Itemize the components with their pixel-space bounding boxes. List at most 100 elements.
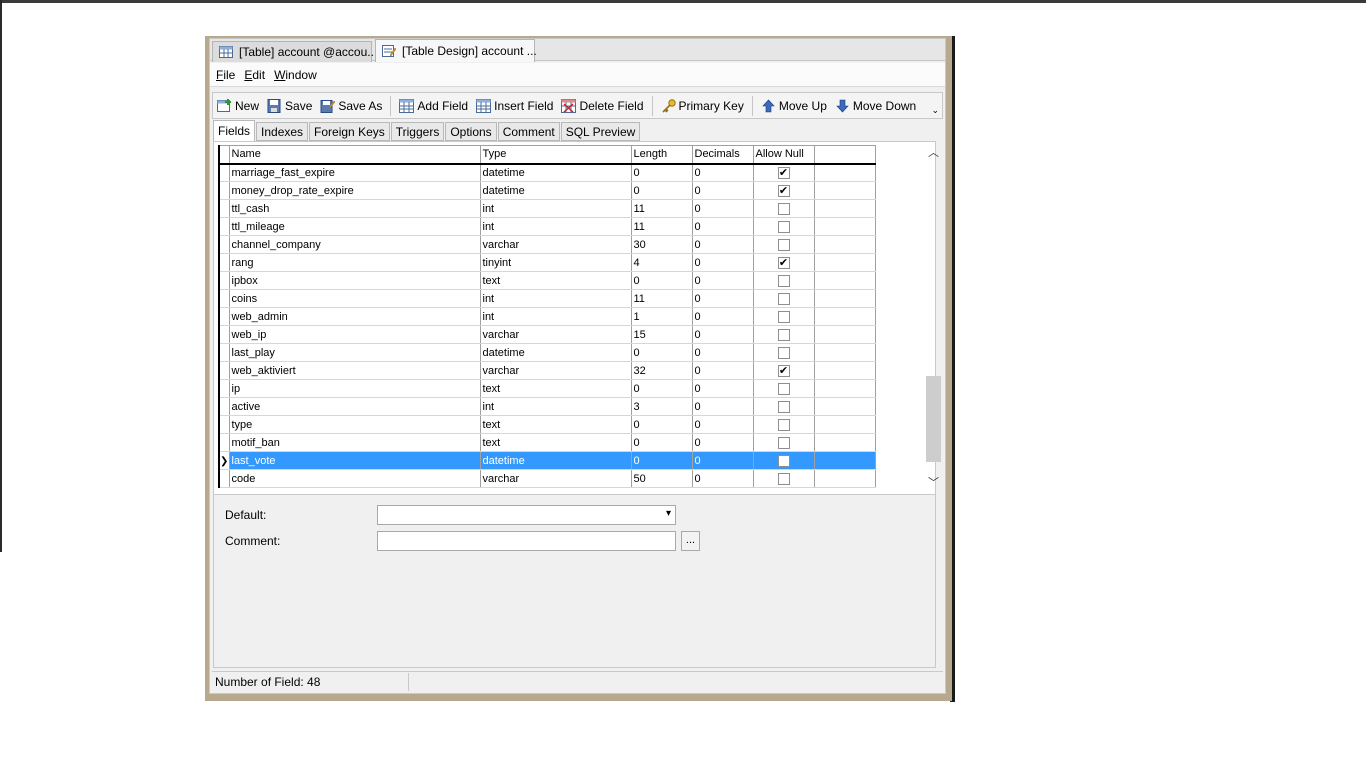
field-decimals-cell[interactable]: 0 (692, 217, 754, 236)
tab-comment[interactable]: Comment (497, 122, 560, 141)
field-length-cell[interactable]: 11 (631, 217, 693, 236)
row-indicator[interactable] (218, 289, 230, 308)
extra-cell[interactable] (814, 325, 876, 344)
extra-cell[interactable] (814, 253, 876, 272)
row-indicator[interactable] (218, 181, 230, 200)
field-name-cell[interactable]: channel_company (229, 235, 481, 254)
field-name-cell[interactable]: ip (229, 379, 481, 398)
row-indicator[interactable] (218, 343, 230, 362)
field-type-cell[interactable]: tinyint (480, 253, 632, 272)
field-type-cell[interactable]: datetime (480, 163, 632, 182)
row-indicator[interactable] (218, 415, 230, 434)
field-length-cell[interactable]: 11 (631, 289, 693, 308)
field-decimals-cell[interactable]: 0 (692, 199, 754, 218)
field-type-cell[interactable]: varchar (480, 235, 632, 254)
save-button[interactable]: Save (267, 98, 312, 113)
add-field-button[interactable]: Add Field (399, 98, 468, 113)
tab-foreign-keys[interactable]: Foreign Keys (309, 122, 390, 141)
table-row[interactable]: coins int 11 0 (218, 289, 876, 308)
extra-cell[interactable] (814, 379, 876, 398)
field-length-cell[interactable]: 1 (631, 307, 693, 326)
field-decimals-cell[interactable]: 0 (692, 235, 754, 254)
field-name-cell[interactable]: web_admin (229, 307, 481, 326)
default-select[interactable]: ▾ (377, 505, 676, 525)
comment-ellipsis-button[interactable]: ... (681, 531, 700, 551)
allow-null-checkbox[interactable] (777, 400, 790, 413)
row-indicator[interactable] (218, 253, 230, 272)
extra-cell[interactable] (814, 397, 876, 416)
field-name-cell[interactable]: ipbox (229, 271, 481, 290)
extra-cell[interactable] (814, 217, 876, 236)
field-name-cell[interactable]: ttl_cash (229, 199, 481, 218)
field-type-cell[interactable]: int (480, 289, 632, 308)
field-length-cell[interactable]: 30 (631, 235, 693, 254)
field-type-cell[interactable]: datetime (480, 343, 632, 362)
allow-null-checkbox[interactable] (777, 436, 790, 449)
table-row[interactable]: ❯ last_vote datetime 0 0 (218, 451, 876, 470)
row-indicator[interactable] (218, 379, 230, 398)
table-row[interactable]: active int 3 0 (218, 397, 876, 416)
tab-options[interactable]: Options (445, 122, 497, 141)
move-up-button[interactable]: Move Up (761, 99, 827, 113)
field-length-cell[interactable]: 0 (631, 451, 693, 470)
field-decimals-cell[interactable]: 0 (692, 271, 754, 290)
field-decimals-cell[interactable]: 0 (692, 361, 754, 380)
field-decimals-cell[interactable]: 0 (692, 451, 754, 470)
field-type-cell[interactable]: text (480, 271, 632, 290)
allow-null-checkbox[interactable] (777, 454, 790, 467)
field-decimals-cell[interactable]: 0 (692, 415, 754, 434)
row-indicator[interactable] (218, 235, 230, 254)
field-length-cell[interactable]: 50 (631, 469, 693, 488)
field-type-cell[interactable]: text (480, 415, 632, 434)
row-indicator[interactable] (218, 217, 230, 236)
table-row[interactable]: web_admin int 1 0 (218, 307, 876, 326)
scrollbar-thumb[interactable] (926, 376, 941, 462)
field-decimals-cell[interactable]: 0 (692, 469, 754, 488)
field-name-cell[interactable]: web_ip (229, 325, 481, 344)
field-type-cell[interactable]: int (480, 199, 632, 218)
primary-key-button[interactable]: Primary Key (661, 99, 744, 113)
table-row[interactable]: code varchar 50 0 (218, 469, 876, 488)
field-type-cell[interactable]: int (480, 307, 632, 326)
allow-null-checkbox[interactable] (777, 202, 790, 215)
column-header-allow-null[interactable]: Allow Null (752, 145, 815, 165)
field-name-cell[interactable]: last_vote (229, 451, 481, 470)
field-type-cell[interactable]: varchar (480, 325, 632, 344)
move-down-button[interactable]: Move Down (835, 99, 916, 113)
comment-input[interactable] (377, 531, 676, 551)
table-row[interactable]: ipbox text 0 0 (218, 271, 876, 290)
field-type-cell[interactable]: int (480, 397, 632, 416)
allow-null-checkbox[interactable] (777, 472, 790, 485)
field-name-cell[interactable]: web_aktiviert (229, 361, 481, 380)
extra-cell[interactable] (814, 415, 876, 434)
tab-indexes[interactable]: Indexes (256, 122, 309, 141)
table-row[interactable]: ttl_cash int 11 0 (218, 199, 876, 218)
field-type-cell[interactable]: varchar (480, 361, 632, 380)
allow-null-checkbox[interactable]: ✔ (777, 256, 790, 269)
toolbar-overflow-icon[interactable]: ⌄ (931, 105, 939, 116)
field-type-cell[interactable]: varchar (480, 469, 632, 488)
scroll-up-icon[interactable]: ︿ (928, 144, 939, 160)
field-decimals-cell[interactable]: 0 (692, 397, 754, 416)
save-as-button[interactable]: Save As (320, 99, 382, 113)
row-indicator[interactable] (218, 325, 230, 344)
table-row[interactable]: rang tinyint 4 0 ✔ (218, 253, 876, 272)
tab-fields[interactable]: Fields (213, 120, 256, 141)
scroll-down-icon[interactable]: ﹀ (928, 474, 939, 490)
table-row[interactable]: marriage_fast_expire datetime 0 0 ✔ (218, 163, 876, 182)
extra-cell[interactable] (814, 289, 876, 308)
table-row[interactable]: channel_company varchar 30 0 (218, 235, 876, 254)
table-row[interactable]: last_play datetime 0 0 (218, 343, 876, 362)
table-row[interactable]: money_drop_rate_expire datetime 0 0 ✔ (218, 181, 876, 200)
field-name-cell[interactable]: type (229, 415, 481, 434)
vertical-scrollbar[interactable]: ︿ ﹀ (926, 144, 941, 490)
menu-edit[interactable]: Edit (244, 68, 265, 82)
field-type-cell[interactable]: text (480, 379, 632, 398)
tab-sql-preview[interactable]: SQL Preview (560, 122, 641, 141)
extra-cell[interactable] (814, 307, 876, 326)
field-name-cell[interactable]: marriage_fast_expire (229, 163, 481, 182)
menu-window[interactable]: Window (274, 68, 317, 82)
field-name-cell[interactable]: active (229, 397, 481, 416)
field-length-cell[interactable]: 15 (631, 325, 693, 344)
extra-cell[interactable] (814, 451, 876, 470)
